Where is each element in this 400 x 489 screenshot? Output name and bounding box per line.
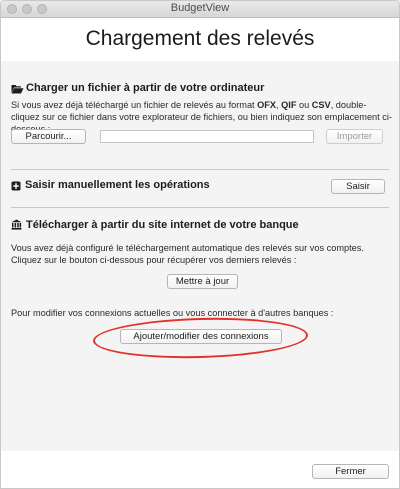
dialog-footer: Fermer <box>1 451 399 488</box>
file-path-input[interactable] <box>100 130 314 143</box>
divider <box>11 169 389 170</box>
browse-button[interactable]: Parcourir... <box>11 129 86 144</box>
enter-manually-button[interactable]: Saisir <box>331 179 385 194</box>
divider <box>11 207 389 208</box>
dialog-header: Chargement des relevés <box>1 18 399 60</box>
file-section-title: Charger un fichier à partir de votre ord… <box>26 82 265 94</box>
dialog-content: Charger un fichier à partir de votre ord… <box>1 61 399 451</box>
update-button[interactable]: Mettre à jour <box>167 274 238 289</box>
manage-connections-button[interactable]: Ajouter/modifier des connexions <box>120 329 282 344</box>
bank-section-title: Télécharger à partir du site internet de… <box>26 219 299 231</box>
window-title: BudgetView <box>170 2 230 14</box>
page-title: Chargement des relevés <box>85 27 315 50</box>
close-button[interactable]: Fermer <box>312 464 389 479</box>
folder-open-icon <box>11 85 24 94</box>
import-button[interactable]: Importer <box>326 129 383 144</box>
budgetview-window: BudgetView Chargement des relevés Charge… <box>0 0 400 489</box>
bank-icon <box>11 219 22 230</box>
manual-section-title: Saisir manuellement les opérations <box>25 179 210 191</box>
plus-square-icon <box>11 181 21 191</box>
connections-description: Pour modifier vos connexions actuelles o… <box>11 308 334 318</box>
title-bar[interactable]: BudgetView <box>1 1 399 18</box>
bank-section-description: Vous avez déjà configuré le téléchargeme… <box>11 243 364 265</box>
